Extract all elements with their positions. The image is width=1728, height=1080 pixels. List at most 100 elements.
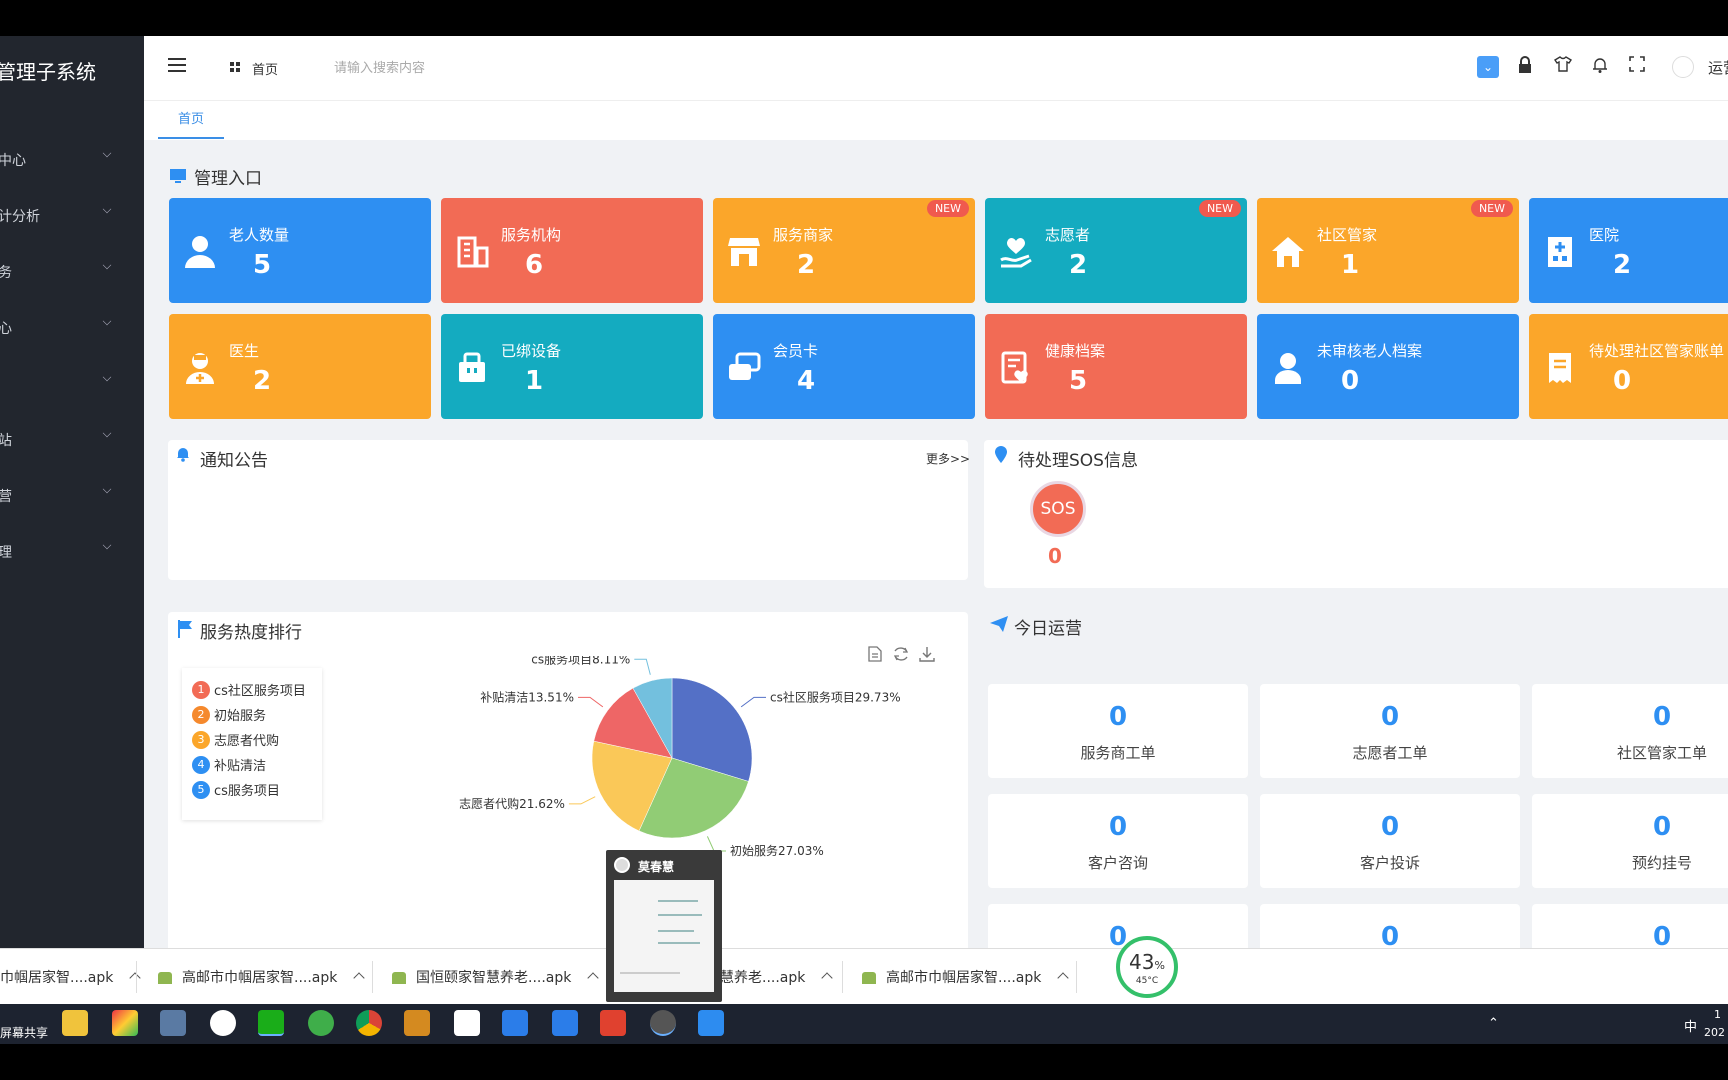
legend-label: cs服务项目 <box>214 784 280 799</box>
stat-card[interactable]: 已绑设备 1 <box>441 314 703 419</box>
new-badge: NEW <box>1198 200 1241 217</box>
sidebar-item-5[interactable] <box>0 364 144 404</box>
today-stat-card[interactable]: 0 客户投诉 <box>1260 794 1520 888</box>
download-item[interactable]: 慧养老....apk <box>720 967 834 987</box>
download-item[interactable]: 巾帼居家智....apk <box>0 967 142 987</box>
screen-share-label[interactable]: 屏幕共享 <box>0 1024 48 1041</box>
stat-card-value: 2 <box>1069 250 1088 280</box>
today-stat-card[interactable]: 0 预约挂号 <box>1532 794 1728 888</box>
calculator-icon[interactable] <box>160 1010 186 1036</box>
today-stat-card[interactable]: 0 志愿者工单 <box>1260 684 1520 778</box>
service-pie-chart: cs社区服务项目29.73% 初始服务27.03% 志愿者代购21.62% 补贴清洁1… <box>459 656 900 858</box>
user-name[interactable]: 运营 <box>1708 57 1728 78</box>
today-stat-label: 客户投诉 <box>1359 854 1420 872</box>
taskbar: 屏幕共享 ⌃ 中 1 202 <box>0 1004 1728 1044</box>
clock-date[interactable]: 202 <box>1704 1026 1725 1039</box>
sidebar-item-2[interactable]: 计分析 <box>0 196 144 236</box>
stat-card[interactable]: 服务机构 6 <box>441 198 703 303</box>
stat-card[interactable]: 医生 2 <box>169 314 431 419</box>
sidebar-item-1[interactable]: 中心 <box>0 140 144 180</box>
avatar[interactable] <box>1672 56 1694 78</box>
sidebar-item-4[interactable]: 心 <box>0 308 144 348</box>
chevron-up-icon[interactable] <box>821 972 834 984</box>
sos-badge[interactable]: SOS <box>1030 481 1086 537</box>
phone-icon[interactable] <box>454 1010 480 1036</box>
legend-rank: 3 <box>192 730 210 749</box>
stat-card[interactable]: 服务商家 2 NEW <box>713 198 975 303</box>
wps-icon[interactable] <box>600 1010 626 1036</box>
sidebar-item-3[interactable]: 务 <box>0 252 144 292</box>
dashboard-icon <box>230 62 240 72</box>
breadcrumb[interactable]: 首页 <box>252 59 278 78</box>
stat-card[interactable]: 志愿者 2 NEW <box>985 198 1247 303</box>
dropdown-toggle-icon[interactable]: ⌄ <box>1477 56 1499 78</box>
sidebar-title: 管理子系统 <box>0 60 96 84</box>
today-stat-card[interactable]: 0健康预警 <box>1260 904 1520 948</box>
sidebar-item-8[interactable]: 理 <box>0 532 144 572</box>
legend-item: 3 志愿者代购 <box>192 730 279 750</box>
lock-icon[interactable] <box>1514 56 1536 78</box>
window-preview[interactable]: 莫春慧 <box>606 850 722 1002</box>
stat-card-value: 2 <box>1613 250 1632 280</box>
stat-card[interactable]: 医院 2 <box>1529 198 1728 303</box>
stat-card[interactable]: 老人数量 5 <box>169 198 431 303</box>
app-icon[interactable] <box>112 1010 138 1036</box>
app-icon[interactable] <box>502 1010 528 1036</box>
theme-shirt-icon[interactable] <box>1552 56 1574 78</box>
app-icon[interactable] <box>552 1010 578 1036</box>
gauge-temp: 45°C <box>1135 976 1159 986</box>
clock-time[interactable]: 1 <box>1714 1008 1721 1021</box>
search-input[interactable] <box>334 54 574 82</box>
bell-icon[interactable] <box>1589 56 1611 78</box>
stat-card[interactable]: 会员卡 4 <box>713 314 975 419</box>
app-icon[interactable] <box>210 1010 236 1036</box>
stat-card-label: 志愿者 <box>1045 226 1091 244</box>
app-icon[interactable] <box>308 1010 334 1036</box>
gauge-unit: % <box>1154 959 1165 972</box>
cpu-gauge[interactable]: 43% 45°C <box>1116 936 1178 998</box>
tray-icons[interactable]: ⌃ <box>1488 1016 1499 1031</box>
ime-indicator[interactable]: 中 <box>1684 1016 1697 1035</box>
divider <box>372 961 373 993</box>
download-item[interactable]: 国恒颐家智慧养老....apk <box>392 967 600 987</box>
download-filename: 高邮市巾帼居家智....apk <box>182 970 338 986</box>
pie-label-line <box>740 696 767 708</box>
building-icon <box>457 236 489 268</box>
chevron-up-icon[interactable] <box>587 972 600 984</box>
chevron-up-icon[interactable] <box>1057 972 1070 984</box>
download-item[interactable]: 高邮市巾帼居家智....apk <box>158 967 366 987</box>
bell-icon <box>177 448 189 462</box>
sidebar-item-6[interactable]: 站 <box>0 420 144 460</box>
app-icon[interactable] <box>404 1010 430 1036</box>
notice-more-link[interactable]: 更多>> <box>926 450 970 467</box>
health-file-icon <box>1001 351 1028 384</box>
today-stat-value: 0 <box>1108 922 1128 948</box>
today-stat-card[interactable]: 0围栏预 <box>988 904 1248 948</box>
stat-card[interactable]: 健康档案 5 <box>985 314 1247 419</box>
tab-home[interactable]: 首页 <box>158 101 224 139</box>
chrome-icon[interactable] <box>356 1010 382 1036</box>
paper-plane-icon <box>990 616 1008 632</box>
chat-app-icon[interactable] <box>650 1010 676 1036</box>
today-stat-card[interactable]: 0安防告警 <box>1532 904 1728 948</box>
menu-toggle-icon[interactable] <box>168 58 186 72</box>
hospital-icon <box>1548 237 1572 267</box>
today-stat-label: 社区管家工单 <box>1616 744 1707 762</box>
chevron-down-icon <box>102 428 112 438</box>
today-stat-card[interactable]: 0 客户咨询 <box>988 794 1248 888</box>
stat-card[interactable]: 未审核老人档案 0 <box>1257 314 1519 419</box>
wechat-icon[interactable] <box>258 1010 284 1036</box>
ranking-title: 服务热度排行 <box>200 623 302 643</box>
today-stat-card[interactable]: 0 服务商工单 <box>988 684 1248 778</box>
app-icon[interactable] <box>698 1010 724 1036</box>
stat-card[interactable]: 待处理社区管家账单 0 <box>1529 314 1728 419</box>
stat-card-value: 6 <box>525 250 544 280</box>
fullscreen-icon[interactable] <box>1626 56 1648 78</box>
sidebar-item-7[interactable]: 营 <box>0 476 144 516</box>
file-explorer-icon[interactable] <box>62 1010 88 1036</box>
stat-card[interactable]: 社区管家 1 NEW <box>1257 198 1519 303</box>
chevron-up-icon[interactable] <box>353 972 366 984</box>
today-stat-card[interactable]: 0 社区管家工单 <box>1532 684 1728 778</box>
download-filename: 国恒颐家智慧养老....apk <box>416 970 572 986</box>
download-item[interactable]: 高邮市巾帼居家智....apk <box>862 967 1070 987</box>
